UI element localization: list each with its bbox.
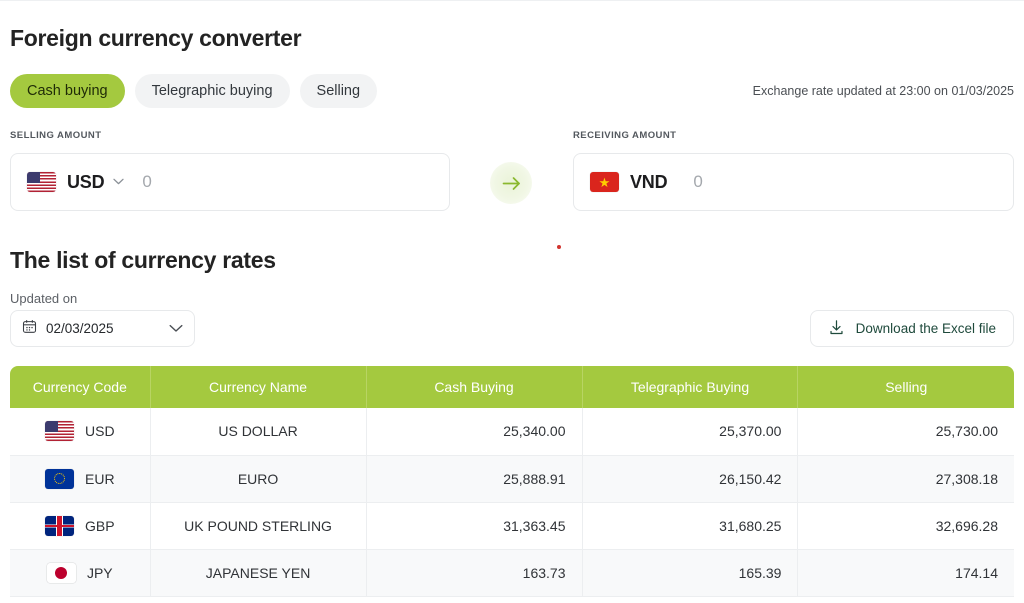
download-excel-label: Download the Excel file [855, 321, 996, 336]
receiving-currency-code: VND [630, 171, 668, 192]
cell-cash-buying: 31,363.45 [366, 502, 583, 550]
page-title: Foreign currency converter [10, 25, 302, 51]
currency-code-text: GBP [84, 517, 115, 534]
cell-telegraphic-buying: 26,150.42 [582, 455, 799, 503]
cell-currency-name: UK POUND STERLING [150, 502, 367, 550]
rates-section-title: The list of currency rates [10, 247, 276, 273]
receiving-amount-label: RECEIVING AMOUNT [573, 130, 677, 141]
cell-telegraphic-buying: 165.39 [582, 549, 799, 597]
column-header-selling[interactable]: Selling [797, 366, 1014, 408]
selling-amount-field[interactable]: USD 0 [10, 153, 450, 211]
column-header-currency-code[interactable]: Currency Code [10, 366, 151, 408]
table-row[interactable]: USD US DOLLAR 25,340.00 25,370.00 25,730… [10, 408, 1014, 456]
download-icon [828, 319, 845, 339]
cell-currency-code: USD [10, 408, 151, 456]
cell-selling: 32,696.28 [797, 502, 1014, 550]
table-header: Currency Code Currency Name Cash Buying … [10, 366, 1014, 408]
eu-flag-icon [45, 468, 74, 489]
jp-flag-icon [46, 562, 76, 583]
cell-telegraphic-buying: 25,370.00 [582, 408, 799, 456]
chevron-down-icon[interactable] [169, 322, 183, 335]
exchange-rate-updated-text: Exchange rate updated at 23:00 on 01/03/… [752, 84, 1014, 98]
arrow-right-icon [502, 176, 521, 191]
top-divider [0, 0, 1024, 1]
us-flag-icon [45, 421, 74, 442]
cell-cash-buying: 163.73 [366, 549, 583, 597]
table-body: USD US DOLLAR 25,340.00 25,370.00 25,730… [10, 408, 1014, 597]
date-picker[interactable]: 02/03/2025 [10, 310, 195, 347]
selling-amount-label: SELLING AMOUNT [10, 130, 102, 141]
cell-telegraphic-buying: 31,680.25 [582, 502, 799, 550]
us-flag-icon [27, 172, 56, 192]
cell-selling: 174.14 [797, 549, 1014, 597]
cell-selling: 27,308.18 [797, 455, 1014, 503]
download-excel-button[interactable]: Download the Excel file [809, 310, 1014, 347]
cell-currency-code: EUR [10, 455, 151, 503]
currency-rates-table: Currency Code Currency Name Cash Buying … [10, 366, 1014, 597]
updated-on-label: Updated on [10, 291, 78, 306]
table-row[interactable]: JPY JAPANESE YEN 163.73 165.39 174.14 [10, 549, 1014, 597]
tab-cash-buying[interactable]: Cash buying [10, 74, 125, 108]
column-header-telegraphic-buying[interactable]: Telegraphic Buying [582, 366, 799, 408]
column-header-currency-name[interactable]: Currency Name [150, 366, 367, 408]
table-header-row: Currency Code Currency Name Cash Buying … [10, 366, 1014, 408]
receiving-amount-field[interactable]: ★ VND 0 [573, 153, 1014, 211]
cell-currency-name: US DOLLAR [150, 408, 367, 456]
convert-arrow-button[interactable] [490, 162, 532, 204]
selling-currency-code: USD [67, 171, 105, 192]
cell-cash-buying: 25,888.91 [366, 455, 583, 503]
gb-flag-icon [44, 515, 74, 536]
currency-code-text: USD [85, 423, 115, 440]
calendar-icon [22, 319, 37, 339]
tab-selling[interactable]: Selling [299, 74, 378, 108]
selling-amount-input[interactable]: 0 [142, 172, 151, 192]
chevron-down-icon[interactable] [113, 177, 125, 188]
cell-currency-code: JPY [10, 549, 151, 597]
tab-telegraphic-buying[interactable]: Telegraphic buying [134, 74, 290, 108]
cell-selling: 25,730.00 [797, 408, 1014, 456]
selected-date-value: 02/03/2025 [46, 321, 114, 336]
cell-currency-name: EURO [150, 455, 367, 503]
column-header-cash-buying[interactable]: Cash Buying [366, 366, 583, 408]
currency-code-text: JPY [86, 564, 113, 581]
table-row[interactable]: EUR EURO 25,888.91 26,150.42 27,308.18 [10, 455, 1014, 503]
cell-currency-name: JAPANESE YEN [150, 549, 367, 597]
currency-converter-page: Foreign currency converter Cash buying T… [0, 0, 1024, 603]
currency-code-text: EUR [85, 470, 115, 487]
vn-flag-icon: ★ [590, 172, 619, 192]
cell-currency-code: GBP [10, 502, 151, 550]
receiving-amount-input[interactable]: 0 [693, 172, 702, 192]
table-row[interactable]: GBP UK POUND STERLING 31,363.45 31,680.2… [10, 502, 1014, 550]
rate-type-tabs: Cash buying Telegraphic buying Selling [10, 74, 378, 108]
cursor-marker-dot [557, 245, 561, 249]
cell-cash-buying: 25,340.00 [366, 408, 583, 456]
